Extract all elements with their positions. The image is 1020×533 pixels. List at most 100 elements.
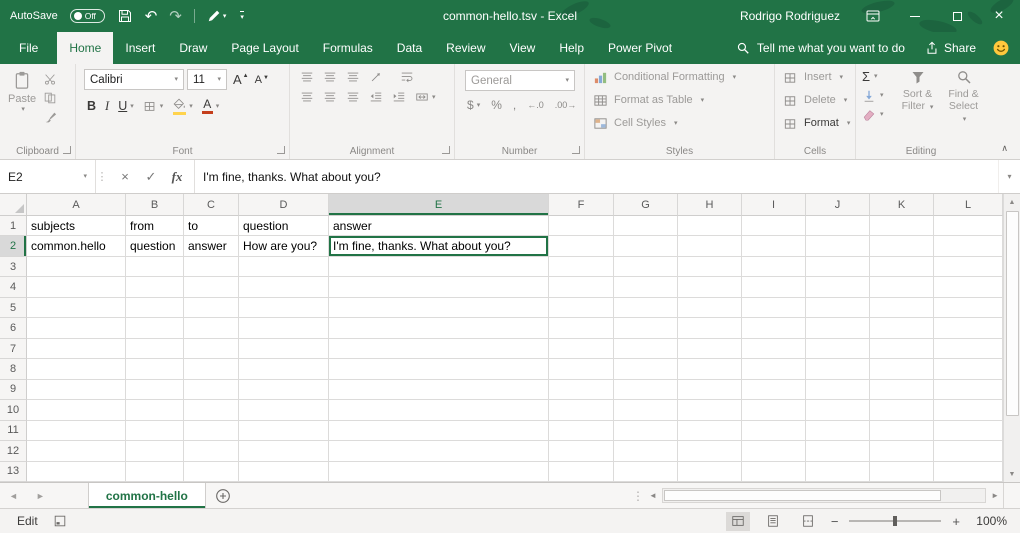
h-scroll-right-button[interactable]: ► (991, 491, 999, 500)
cell-F13[interactable] (549, 462, 614, 482)
cell-K5[interactable] (870, 298, 934, 318)
wrap-text-button[interactable] (400, 70, 414, 84)
tab-splitter[interactable]: ⋮ (631, 483, 645, 508)
zoom-slider[interactable] (849, 514, 941, 528)
cell-J7[interactable] (806, 339, 870, 359)
shrink-font-button[interactable]: A▼ (255, 74, 269, 86)
cell-B1[interactable]: from (126, 216, 184, 236)
cell-I1[interactable] (742, 216, 806, 236)
cell-F11[interactable] (549, 421, 614, 441)
column-header-D[interactable]: D (239, 194, 329, 216)
cell-K9[interactable] (870, 380, 934, 400)
row-header-7[interactable]: 7 (0, 339, 27, 359)
horizontal-scrollbar[interactable]: ◄ ► (645, 483, 1003, 508)
cell-E11[interactable] (329, 421, 549, 441)
cell-G11[interactable] (614, 421, 678, 441)
cell-B11[interactable] (126, 421, 184, 441)
cell-A1[interactable]: subjects (27, 216, 126, 236)
cell-styles-button[interactable]: Cell Styles▾ (585, 113, 774, 133)
clear-button[interactable]: ▾ (862, 105, 894, 124)
zoom-slider-thumb[interactable] (893, 516, 897, 526)
column-header-G[interactable]: G (614, 194, 678, 216)
align-right-button[interactable] (346, 90, 360, 104)
cell-H10[interactable] (678, 400, 742, 420)
cell-G6[interactable] (614, 318, 678, 338)
cell-A11[interactable] (27, 421, 126, 441)
ribbon-tab-data[interactable]: Data (385, 32, 434, 64)
comma-style-button[interactable]: , (513, 98, 516, 112)
cell-G1[interactable] (614, 216, 678, 236)
cell-D2[interactable]: How are you? (239, 236, 329, 256)
increase-indent-button[interactable] (392, 90, 406, 104)
autosum-button[interactable]: Σ▾ (862, 67, 894, 86)
cell-F10[interactable] (549, 400, 614, 420)
row-header-13[interactable]: 13 (0, 462, 27, 482)
font-dialog-launcher[interactable] (277, 146, 285, 154)
format-cells-button[interactable]: Format▾ (775, 113, 855, 133)
cell-B12[interactable] (126, 441, 184, 461)
cell-J11[interactable] (806, 421, 870, 441)
cell-A3[interactable] (27, 257, 126, 277)
cell-F7[interactable] (549, 339, 614, 359)
ribbon-tab-formulas[interactable]: Formulas (311, 32, 385, 64)
cell-A2[interactable]: common.hello (27, 236, 126, 256)
cell-G7[interactable] (614, 339, 678, 359)
cell-J5[interactable] (806, 298, 870, 318)
cell-H8[interactable] (678, 359, 742, 379)
cell-C11[interactable] (184, 421, 239, 441)
cell-L8[interactable] (934, 359, 1003, 379)
cell-E6[interactable] (329, 318, 549, 338)
fill-color-button[interactable]: ▾ (172, 97, 193, 115)
h-scroll-left-button[interactable]: ◄ (649, 491, 657, 500)
cell-I5[interactable] (742, 298, 806, 318)
cell-J2[interactable] (806, 236, 870, 256)
cell-J10[interactable] (806, 400, 870, 420)
cell-J3[interactable] (806, 257, 870, 277)
cell-G9[interactable] (614, 380, 678, 400)
cell-A4[interactable] (27, 277, 126, 297)
ribbon-tab-help[interactable]: Help (547, 32, 596, 64)
name-box[interactable]: E2▾ (0, 160, 96, 193)
cell-E1[interactable]: answer (329, 216, 549, 236)
cell-A9[interactable] (27, 380, 126, 400)
h-scroll-track[interactable] (662, 488, 986, 503)
cell-A13[interactable] (27, 462, 126, 482)
cell-I2[interactable] (742, 236, 806, 256)
cell-F2[interactable] (549, 236, 614, 256)
cell-H5[interactable] (678, 298, 742, 318)
autosave-toggle[interactable]: Off (70, 9, 105, 23)
row-header-3[interactable]: 3 (0, 257, 27, 277)
cell-I8[interactable] (742, 359, 806, 379)
feedback-button[interactable] (992, 32, 1020, 64)
insert-function-button[interactable]: fx (164, 169, 190, 185)
sheet-nav-right-button[interactable]: ► (27, 483, 54, 508)
column-header-C[interactable]: C (184, 194, 239, 216)
cell-G10[interactable] (614, 400, 678, 420)
column-header-H[interactable]: H (678, 194, 742, 216)
cell-C8[interactable] (184, 359, 239, 379)
cell-G4[interactable] (614, 277, 678, 297)
row-header-4[interactable]: 4 (0, 277, 27, 297)
ribbon-tab-draw[interactable]: Draw (167, 32, 219, 64)
cell-C1[interactable]: to (184, 216, 239, 236)
formula-bar-handle[interactable]: ⋮ (96, 160, 108, 193)
column-header-E[interactable]: E (329, 194, 549, 216)
cell-G3[interactable] (614, 257, 678, 277)
cell-L3[interactable] (934, 257, 1003, 277)
cell-C13[interactable] (184, 462, 239, 482)
align-bottom-button[interactable] (346, 70, 360, 84)
cell-I7[interactable] (742, 339, 806, 359)
cell-B3[interactable] (126, 257, 184, 277)
cell-L11[interactable] (934, 421, 1003, 441)
bold-button[interactable]: B (87, 99, 96, 113)
maximize-button[interactable] (936, 0, 978, 32)
select-all-button[interactable] (0, 194, 27, 216)
cell-G8[interactable] (614, 359, 678, 379)
align-left-button[interactable] (300, 90, 314, 104)
cell-H7[interactable] (678, 339, 742, 359)
cell-K2[interactable] (870, 236, 934, 256)
align-center-button[interactable] (323, 90, 337, 104)
cell-I13[interactable] (742, 462, 806, 482)
align-middle-button[interactable] (323, 70, 337, 84)
sheet-nav-left-button[interactable]: ◄ (0, 483, 27, 508)
